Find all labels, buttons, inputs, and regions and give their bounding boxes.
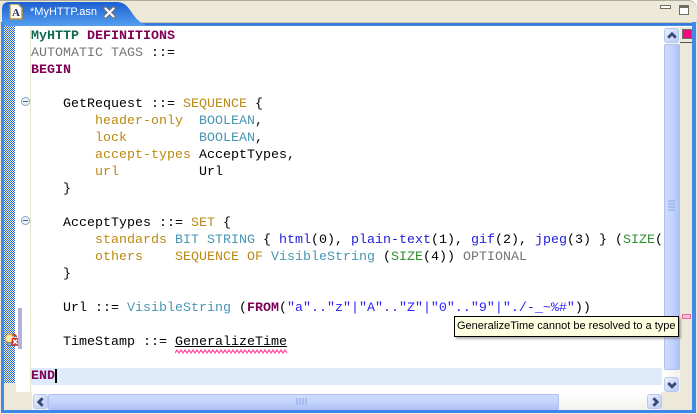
svg-text:A: A	[12, 7, 20, 19]
